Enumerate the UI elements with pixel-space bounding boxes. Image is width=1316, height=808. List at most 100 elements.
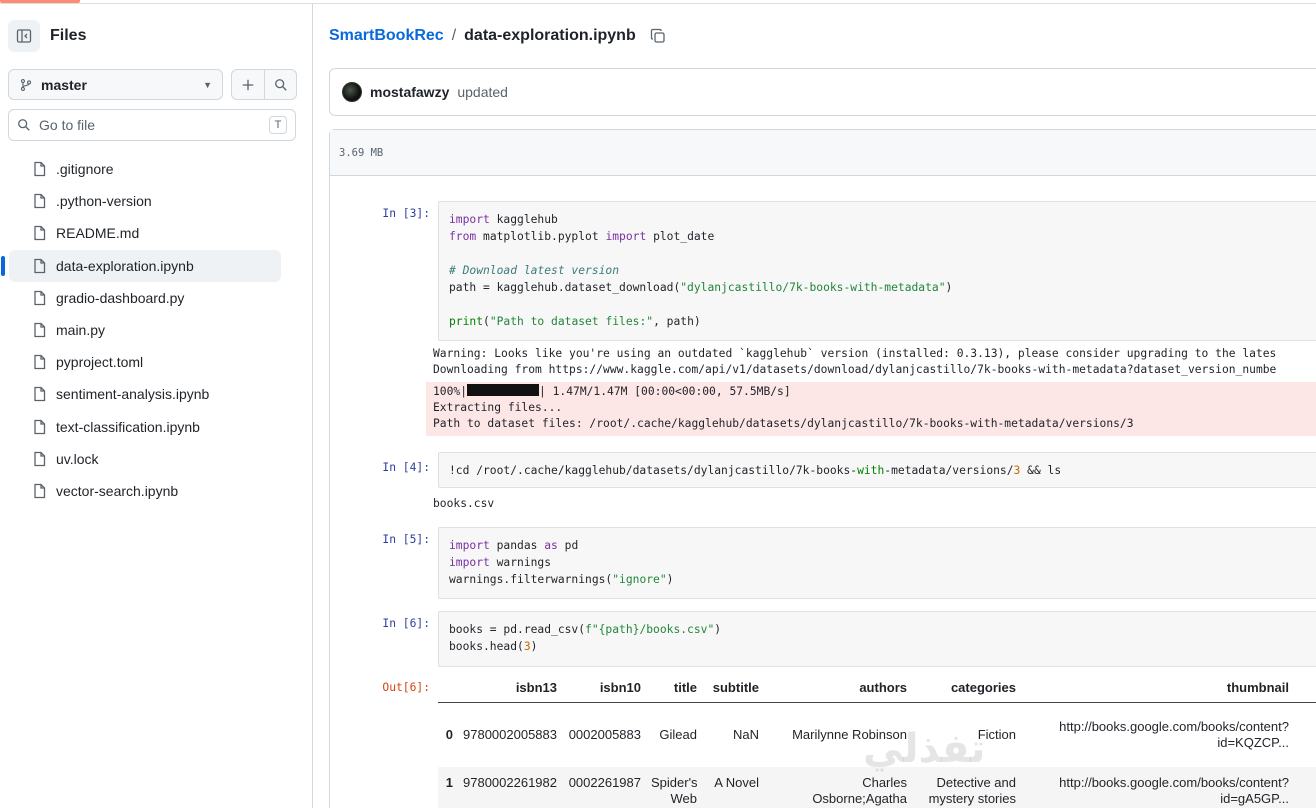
cell-prompt: In [4]: <box>382 461 430 474</box>
table-cell: 0002005883 <box>568 727 641 742</box>
table-header: isbn13 isbn10 title subtitle authors categori… <box>438 673 1316 703</box>
table-cell: 0002261987 <box>568 775 641 790</box>
code-token: && ls <box>1020 464 1062 477</box>
repo-link[interactable]: SmartBookRec <box>329 27 444 45</box>
column-header: subtitle <box>712 680 759 695</box>
sidebar-actions <box>231 69 297 100</box>
breadcrumb-separator: / <box>451 27 457 44</box>
table-row: 0 9780002005883 0002005883 Gilead NaN Marilyn… <box>438 703 1316 767</box>
table-cell: http://books.google.com/books/content?id… <box>1059 775 1289 806</box>
code-token: kagglehub <box>489 213 558 226</box>
file-icon <box>34 355 46 370</box>
search-icon <box>274 78 287 91</box>
code-token: 3 <box>523 640 531 653</box>
search-code-button[interactable] <box>264 70 296 99</box>
code-token: from <box>449 230 477 243</box>
dataframe-table: isbn13 isbn10 title subtitle authors categori… <box>438 673 1316 808</box>
column-header: title <box>673 680 697 695</box>
file-tree-item[interactable]: .python-version <box>0 185 312 217</box>
code-token: matplotlib.pyplot <box>476 230 606 243</box>
code-token: with <box>857 464 885 477</box>
file-name: uv.lock <box>56 450 99 467</box>
stdout-line: Downloading from https://www.kaggle.com/… <box>433 363 1277 376</box>
commit-message[interactable]: updated <box>457 84 508 100</box>
code-token: ) <box>530 640 538 653</box>
stdout-line: Warning: Looks like you're using an outd… <box>433 347 1277 360</box>
file-icon <box>34 258 46 273</box>
file-tree-item[interactable]: pyproject.toml <box>0 346 312 378</box>
code-token: ) <box>714 623 722 636</box>
file-tree-item[interactable]: main.py <box>0 314 312 346</box>
code-token: plot_date <box>646 230 715 243</box>
code-token: books = pd.read_csv( <box>449 623 586 636</box>
code-cell[interactable]: import kagglehub from matplotlib.pyplot i… <box>438 201 1316 341</box>
table-cell: NaN <box>732 727 759 742</box>
file-tree-item[interactable]: .gitignore <box>0 153 312 185</box>
commit-author[interactable]: mostafawzy <box>370 84 449 100</box>
file-icon <box>34 290 46 305</box>
column-header: thumbnail <box>1226 680 1289 695</box>
code-token: pandas <box>489 539 545 552</box>
branch-row: master ▼ <box>8 69 297 100</box>
file-name: README.md <box>56 225 140 242</box>
go-to-file-input[interactable]: Go to file T <box>8 109 296 141</box>
file-icon <box>34 226 46 241</box>
code-token: import <box>449 556 490 569</box>
code-token: ) <box>945 281 953 294</box>
code-token: pd <box>557 539 579 552</box>
keyboard-shortcut-hint: T <box>269 116 287 134</box>
table-cell: http://books.google.com/books/content?id… <box>1059 719 1289 750</box>
table-cell: Spider's Web <box>651 775 698 806</box>
code-token: books.head( <box>449 640 524 653</box>
file-tree-item[interactable]: text-classification.ipynb <box>0 411 312 443</box>
code-token: ( <box>483 315 490 328</box>
stdout-line: Path to dataset files: /root/.cache/kagg… <box>433 417 1134 430</box>
table-cell: Fiction <box>977 727 1016 742</box>
stdout-line: Extracting files... <box>433 401 563 414</box>
file-name: sentiment-analysis.ipynb <box>56 386 210 403</box>
copy-path-icon[interactable] <box>650 28 666 44</box>
active-item-marker <box>1 255 5 276</box>
code-cell[interactable]: books = pd.read_csv(f"{path}/books.csv")… <box>438 611 1316 667</box>
code-token: path = kagglehub.dataset_download( <box>449 281 681 294</box>
table-row: 1 9780002261982 0002261987 Spider's Web A No… <box>438 767 1316 808</box>
file-tree-item[interactable]: README.md <box>0 217 312 249</box>
file-name: .python-version <box>56 193 152 210</box>
code-line: # Download latest version <box>449 262 1316 279</box>
git-branch-icon <box>20 78 32 91</box>
code-token: "ignore" <box>612 573 667 586</box>
code-cell[interactable]: !cd /root/.cache/kagglehub/datasets/dyla… <box>438 452 1316 488</box>
file-tree-item[interactable]: sentiment-analysis.ipynb <box>0 378 312 410</box>
avatar[interactable] <box>342 82 362 102</box>
file-size: 3.69 MB <box>339 146 384 159</box>
code-line: path = kagglehub.dataset_download("dylan… <box>449 279 1316 296</box>
file-icon <box>34 161 46 177</box>
file-tree-item[interactable]: uv.lock <box>0 443 312 475</box>
column-header: categories <box>950 680 1016 695</box>
file-tree-item[interactable]: gradio-dashboard.py <box>0 282 312 314</box>
code-token: -metadata/versions/ <box>884 464 1014 477</box>
row-index: 1 <box>445 775 453 790</box>
progress-line: 100%| | 1.47M/1.47M [00:00<00:00, 57.5MB/… <box>426 382 1316 400</box>
code-line: print("Path to dataset files:", path) <box>449 313 1316 330</box>
latest-commit-bar: mostafawzy updated <box>329 68 1316 116</box>
code-token: !cd /root/.cache/kagglehub/datasets/dyla… <box>449 464 858 477</box>
branch-name: master <box>41 76 87 93</box>
stderr-output: 100%| | 1.47M/1.47M [00:00<00:00, 57.5MB/… <box>426 382 1316 436</box>
current-file-name: data-exploration.ipynb <box>464 27 636 44</box>
code-token: "Path to dataset files:" <box>489 315 654 328</box>
code-line: books = pd.read_csv(f"{path}/books.csv") <box>449 621 1316 638</box>
file-tree-item[interactable]: vector-search.ipynb <box>0 475 312 507</box>
stdout-line: books.csv <box>433 497 495 510</box>
notebook-viewer: 3.69 MB In [3]: import kagglehub from mat… <box>329 129 1316 808</box>
sidebar-title: Files <box>50 27 87 44</box>
progress-percent: 100%| <box>433 385 468 398</box>
add-file-button[interactable] <box>232 70 264 99</box>
file-tree-item[interactable]: data-exploration.ipynb <box>0 249 312 282</box>
collapse-sidebar-button[interactable] <box>8 20 40 52</box>
table-cell: Gilead <box>659 727 697 742</box>
file-icon <box>34 387 46 402</box>
code-token: print <box>449 315 484 328</box>
code-cell[interactable]: import pandas as pd import warnings warnin… <box>438 527 1316 599</box>
branch-selector[interactable]: master ▼ <box>8 69 223 100</box>
